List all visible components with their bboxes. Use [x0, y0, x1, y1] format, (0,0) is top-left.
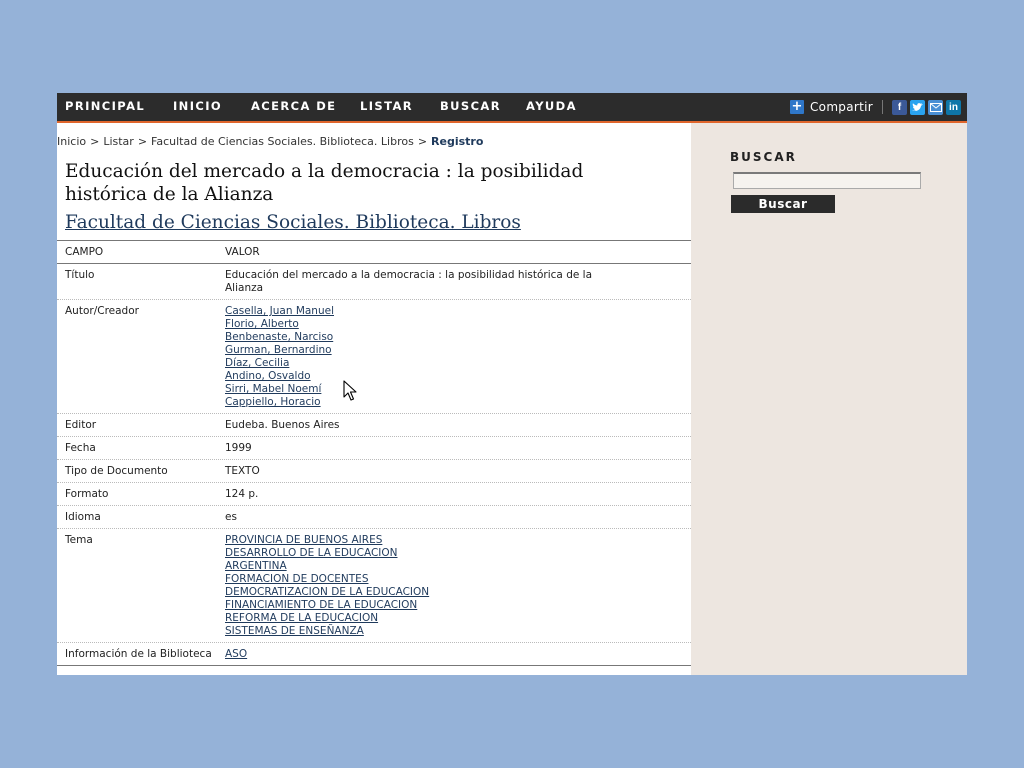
share-button[interactable]: Compartir	[810, 100, 873, 114]
share-divider	[882, 100, 883, 114]
table-row: Tema PROVINCIA DE BUENOS AIRES DESARROLLO …	[57, 529, 697, 643]
nav-item-buscar[interactable]: BUSCAR	[440, 93, 501, 121]
browser-page: PRINCIPAL INICIO ACERCA DE LISTAR BUSCAR…	[57, 93, 967, 675]
facebook-icon[interactable]: f	[892, 99, 907, 115]
field-value: Casella, Juan Manuel Florio, Alberto Benbe…	[217, 300, 697, 413]
column-header-campo: CAMPO	[65, 246, 104, 258]
breadcrumb-collection[interactable]: Facultad de Ciencias Sociales. Bibliotec…	[151, 135, 414, 148]
value-text: 124 p.	[225, 488, 259, 500]
collection-link[interactable]: Facultad de Ciencias Sociales. Bibliotec…	[65, 212, 521, 233]
value-link[interactable]: Cappiello, Horacio	[225, 396, 697, 409]
page-title: Educación del mercado a la democracia : …	[65, 161, 584, 205]
nav-item-ayuda[interactable]: AYUDA	[526, 93, 577, 121]
value-text: 1999	[225, 442, 252, 454]
value-link[interactable]: Andino, Osvaldo	[225, 370, 697, 383]
table-row: Título Educación del mercado a la democra…	[57, 264, 697, 300]
value-text: es	[225, 511, 237, 523]
linkedin-icon[interactable]: in	[946, 99, 961, 115]
breadcrumb-separator: >	[417, 135, 428, 148]
field-label: Tipo de Documento	[65, 465, 168, 477]
value-link[interactable]: DEMOCRATIZACION DE LA EDUCACION	[225, 586, 697, 599]
value-link[interactable]: ASO	[225, 648, 697, 661]
field-label: Tema	[65, 534, 93, 546]
value-link[interactable]: ARGENTINA	[225, 560, 697, 573]
value-link[interactable]: Benbenaste, Narciso	[225, 331, 697, 344]
sidebar-search-title: BUSCAR	[730, 150, 797, 164]
value-link[interactable]: Gurman, Bernardino	[225, 344, 697, 357]
nav-item-inicio[interactable]: INICIO	[173, 93, 222, 121]
table-row: Idioma es	[57, 506, 697, 529]
table-row: Fecha 1999	[57, 437, 697, 460]
value-link[interactable]: FINANCIAMIENTO DE LA EDUCACION	[225, 599, 697, 612]
field-label: Formato	[65, 488, 109, 500]
breadcrumb-current: Registro	[431, 135, 484, 148]
nav-item-listar[interactable]: LISTAR	[360, 93, 413, 121]
table-header-row: CAMPO VALOR	[57, 241, 697, 264]
breadcrumb-separator: >	[137, 135, 148, 148]
breadcrumb-listar[interactable]: Listar	[103, 135, 134, 148]
breadcrumb: Inicio > Listar > Facultad de Ciencias Socia…	[57, 135, 483, 148]
column-header-valor: VALOR	[225, 246, 260, 258]
field-value: TEXTO	[217, 460, 697, 482]
value-link[interactable]: Díaz, Cecilia	[225, 357, 697, 370]
value-text: Alianza	[225, 282, 264, 294]
breadcrumb-separator: >	[90, 135, 100, 148]
value-link[interactable]: Sirri, Mabel Noemí	[225, 383, 697, 396]
value-text: Educación del mercado a la democracia : …	[225, 269, 593, 281]
value-text: Eudeba. Buenos Aires	[225, 419, 340, 431]
field-value: es	[217, 506, 697, 528]
share-plus-icon[interactable]: +	[790, 100, 804, 114]
nav-item-acerca-de[interactable]: ACERCA DE	[251, 93, 336, 121]
table-row: Editor Eudeba. Buenos Aires	[57, 414, 697, 437]
table-body: Título Educación del mercado a la democra…	[57, 264, 697, 665]
field-value: Educación del mercado a la democracia : …	[217, 264, 697, 299]
sidebar: BUSCAR Buscar	[691, 123, 967, 675]
field-value: Eudeba. Buenos Aires	[217, 414, 697, 436]
field-label: Autor/Creador	[65, 305, 139, 317]
value-link[interactable]: PROVINCIA DE BUENOS AIRES	[225, 534, 697, 547]
share-bar: + Compartir f in	[790, 98, 961, 116]
field-value: ASO	[217, 643, 697, 665]
value-link[interactable]: Casella, Juan Manuel	[225, 305, 697, 318]
field-value: 1999	[217, 437, 697, 459]
search-input[interactable]	[733, 172, 921, 189]
table-row: Información de la Biblioteca ASO	[57, 643, 697, 665]
metadata-table: CAMPO VALOR Título Educación del mercado …	[57, 240, 697, 666]
search-button[interactable]: Buscar	[731, 195, 835, 213]
table-row: Tipo de Documento TEXTO	[57, 460, 697, 483]
field-label: Fecha	[65, 442, 96, 454]
field-value: PROVINCIA DE BUENOS AIRES DESARROLLO DE L…	[217, 529, 697, 642]
value-link[interactable]: Florio, Alberto	[225, 318, 697, 331]
table-row: Autor/Creador Casella, Juan Manuel Florio,…	[57, 300, 697, 414]
breadcrumb-inicio[interactable]: Inicio	[57, 135, 86, 148]
top-navigation-bar: PRINCIPAL INICIO ACERCA DE LISTAR BUSCAR…	[57, 93, 967, 123]
value-link[interactable]: DESARROLLO DE LA EDUCACION	[225, 547, 697, 560]
field-label: Título	[65, 269, 95, 281]
value-link[interactable]: SISTEMAS DE ENSEÑANZA	[225, 625, 697, 638]
field-label: Editor	[65, 419, 97, 431]
mouse-pointer-icon	[343, 380, 357, 401]
nav-item-principal[interactable]: PRINCIPAL	[65, 93, 145, 121]
twitter-icon[interactable]	[910, 99, 925, 115]
value-link[interactable]: FORMACION DE DOCENTES	[225, 573, 697, 586]
field-label: Información de la Biblioteca	[65, 648, 212, 660]
field-value: 124 p.	[217, 483, 697, 505]
value-link[interactable]: REFORMA DE LA EDUCACION	[225, 612, 697, 625]
email-icon[interactable]	[928, 99, 943, 115]
field-label: Idioma	[65, 511, 101, 523]
value-text: TEXTO	[225, 465, 260, 477]
table-row: Formato 124 p.	[57, 483, 697, 506]
